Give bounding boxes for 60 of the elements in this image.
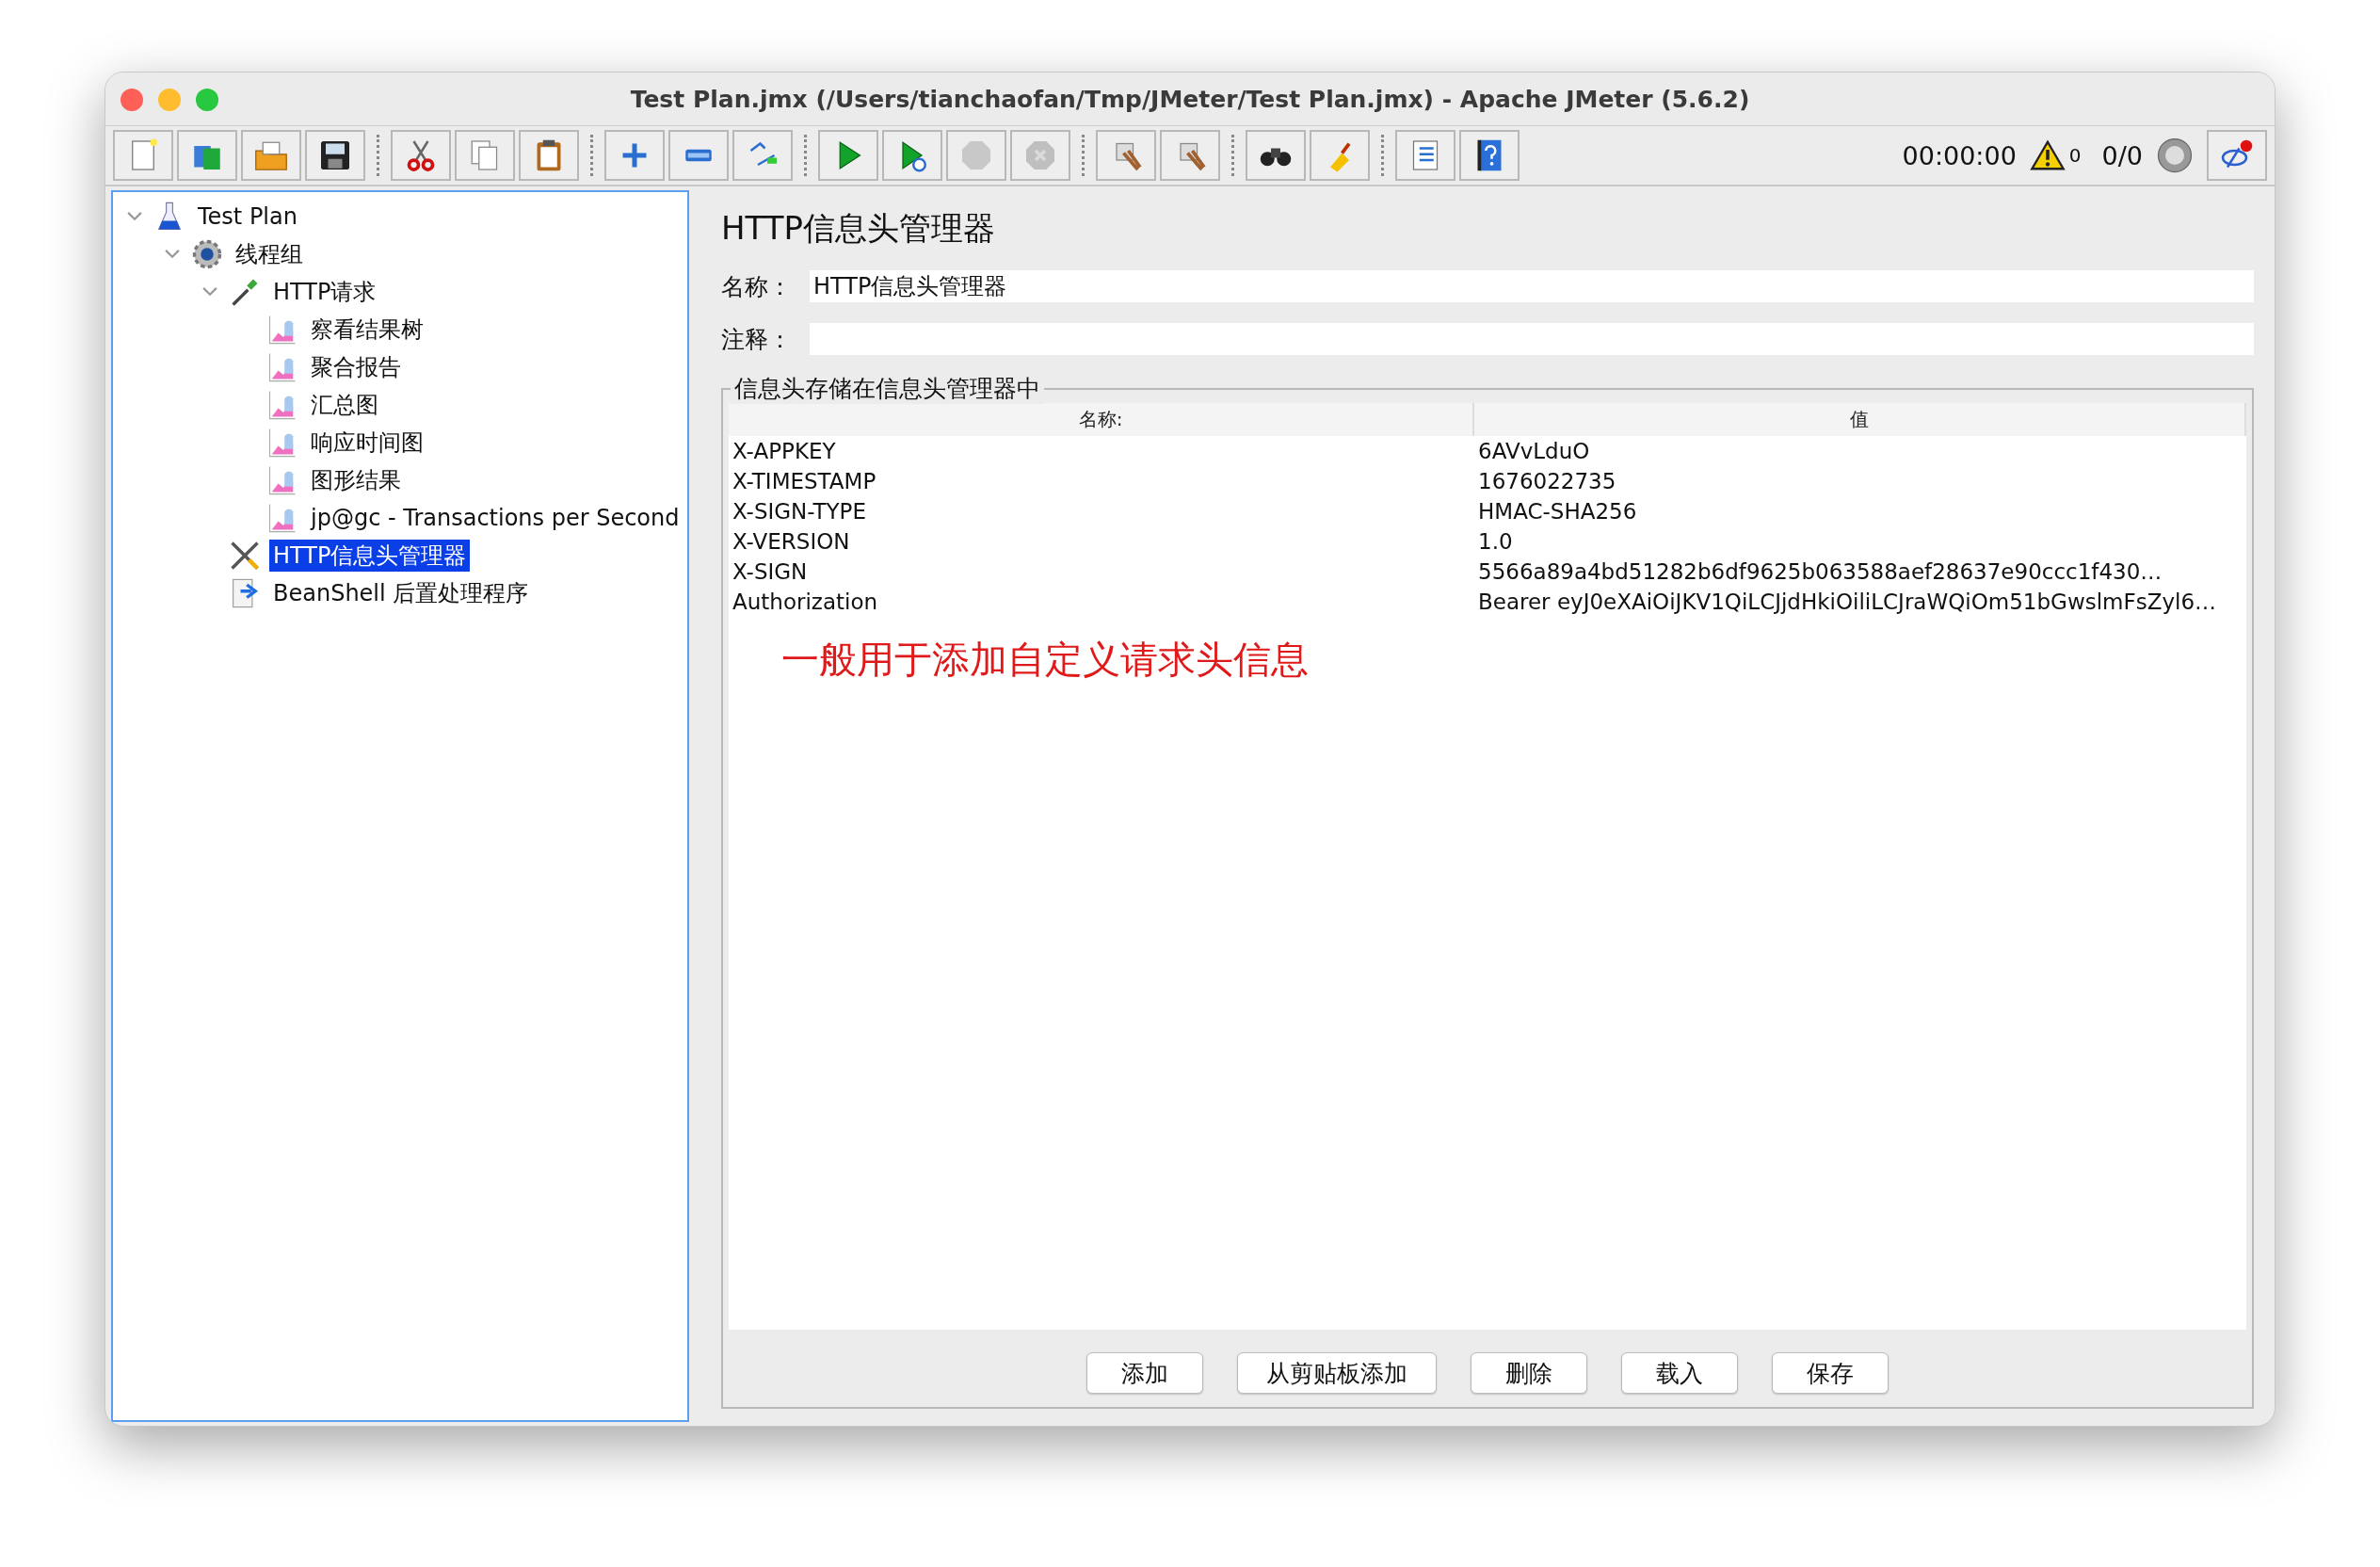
- zoom-button[interactable]: [196, 89, 218, 111]
- thread-count: 0/0: [2101, 140, 2143, 170]
- function-helper-button[interactable]: [1395, 130, 1455, 181]
- table-cell-text: HMAC-SHA256: [1477, 499, 1638, 524]
- table-cell-text: 6AVvLduO: [1477, 439, 1591, 463]
- comment-label: 注释：: [721, 324, 793, 355]
- clear-button[interactable]: [1096, 130, 1156, 181]
- start-no-timers-button[interactable]: [882, 130, 942, 181]
- log-viewer-button[interactable]: [2207, 130, 2267, 181]
- tree-item[interactable]: HTTP请求: [269, 276, 380, 308]
- action-button[interactable]: 载入: [1621, 1352, 1738, 1394]
- search-button[interactable]: [1246, 130, 1306, 181]
- table-cell-text: Bearer eyJ0eXAiOiJKV1QiLCJjdHkiOiliLCJraWQiOm51bGwslmFsZyl6…: [1477, 590, 2218, 614]
- tools-icon: [228, 539, 262, 573]
- table-cell-text: X-SIGN-TYPE: [732, 499, 867, 524]
- tree-item[interactable]: 响应时间图: [307, 427, 427, 459]
- cut-button[interactable]: [391, 130, 451, 181]
- table-cell-text: X-APPKEY: [732, 439, 837, 463]
- new-button[interactable]: [113, 130, 173, 181]
- table-cell-text: X-TIMESTAMP: [732, 469, 877, 493]
- action-button[interactable]: 保存: [1772, 1352, 1889, 1394]
- table-cell-text: X-SIGN: [732, 559, 809, 584]
- column-header[interactable]: 值: [1474, 403, 2246, 436]
- window-title: Test Plan.jmx (/Users/tianchaofan/Tmp/JMeter/Test Plan.jmx) - Apache JMeter (5.6.2): [630, 85, 1750, 113]
- action-button[interactable]: 添加: [1086, 1352, 1203, 1394]
- action-button[interactable]: 从剪贴板添加: [1237, 1352, 1437, 1394]
- tree-item[interactable]: BeanShell 后置处理程序: [269, 577, 533, 609]
- table-cell-text: 1676022735: [1477, 469, 1617, 493]
- tree-item[interactable]: 线程组: [232, 238, 307, 270]
- paste-button[interactable]: [519, 130, 579, 181]
- gear-icon: [190, 237, 224, 271]
- tree-item[interactable]: 察看结果树: [307, 314, 427, 346]
- action-button[interactable]: 删除: [1471, 1352, 1587, 1394]
- tree-item[interactable]: HTTP信息头管理器: [269, 540, 471, 572]
- start-button[interactable]: [818, 130, 878, 181]
- error-count: 0: [2068, 144, 2082, 167]
- elapsed-time: 00:00:00: [1902, 140, 2017, 170]
- tree-item[interactable]: Test Plan: [194, 202, 301, 231]
- templates-button[interactable]: [177, 130, 237, 181]
- save-button[interactable]: [305, 130, 365, 181]
- tree-item[interactable]: 聚合报告: [307, 351, 405, 383]
- table-cell-text: 1.0: [1477, 529, 1514, 554]
- tree-item[interactable]: jp@gc - Transactions per Second: [307, 504, 683, 532]
- table-cell-text: 5566a89a4bd51282b6df9625b063588aef28637e90ccc1f430…: [1477, 559, 2163, 584]
- name-label: 名称：: [721, 271, 793, 302]
- tree-item[interactable]: 图形结果: [307, 464, 405, 496]
- clear-all-button[interactable]: [1160, 130, 1220, 181]
- name-field[interactable]: HTTP信息头管理器: [810, 270, 2254, 302]
- warning-icon: [2029, 139, 2066, 171]
- panel-title: HTTP信息头管理器: [721, 208, 996, 249]
- table-cell-text: X-VERSION: [732, 529, 851, 554]
- expand-button[interactable]: [604, 130, 665, 181]
- collapse-button[interactable]: [668, 130, 729, 181]
- table-cell-text: Authorization: [732, 590, 879, 614]
- help-button[interactable]: [1459, 130, 1520, 181]
- column-header[interactable]: 名称:: [729, 403, 1474, 436]
- annotation-text: 一般用于添加自定义请求头信息: [781, 637, 1309, 683]
- toggle-button[interactable]: [732, 130, 793, 181]
- tree-item[interactable]: 汇总图: [307, 389, 382, 421]
- close-button[interactable]: [121, 89, 143, 111]
